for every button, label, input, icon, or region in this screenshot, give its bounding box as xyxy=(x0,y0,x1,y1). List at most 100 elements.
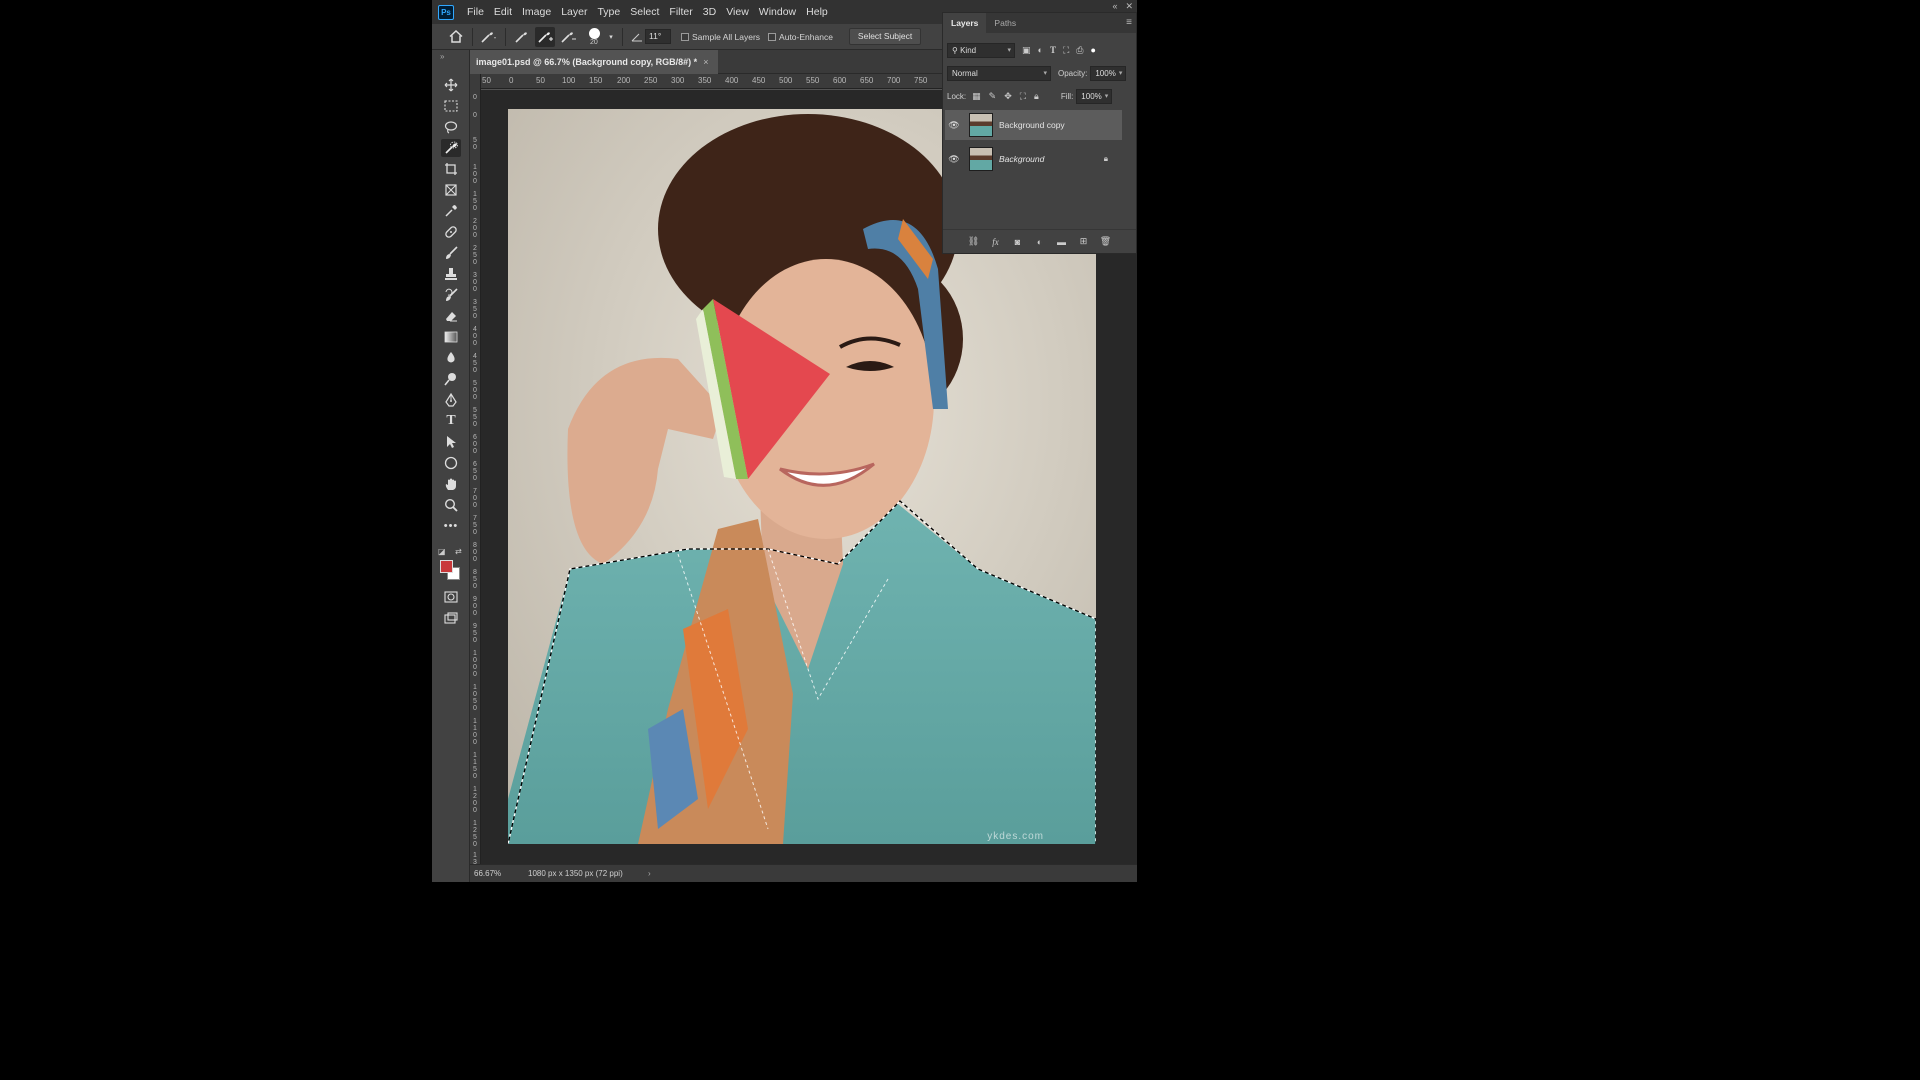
eyedropper-tool-icon[interactable] xyxy=(441,202,461,220)
subtract-from-selection-brush-icon[interactable] xyxy=(558,27,578,47)
menu-edit[interactable]: Edit xyxy=(489,0,517,24)
search-icon: ⚲ xyxy=(952,45,961,55)
ruler-tick: 9 5 0 xyxy=(473,623,477,644)
default-colors-icon[interactable]: ◪ xyxy=(438,547,446,556)
gradient-tool-icon[interactable] xyxy=(441,328,461,346)
menu-select[interactable]: Select xyxy=(625,0,664,24)
ruler-tick: 2 0 0 xyxy=(473,218,477,239)
move-tool-icon[interactable] xyxy=(441,76,461,94)
sample-all-layers-checkbox[interactable]: Sample All Layers xyxy=(681,32,760,42)
adjustment-layer-filter-icon[interactable]: ◐ xyxy=(1038,45,1043,55)
crop-tool-icon[interactable] xyxy=(441,160,461,178)
clone-stamp-tool-icon[interactable] xyxy=(441,265,461,283)
blur-tool-icon[interactable] xyxy=(441,349,461,367)
frame-tool-icon[interactable] xyxy=(441,181,461,199)
visibility-eye-icon[interactable]: 👁︎ xyxy=(945,120,963,131)
screen-mode-icon[interactable] xyxy=(441,609,461,627)
checkbox-icon xyxy=(681,32,689,41)
new-selection-brush-icon[interactable] xyxy=(512,27,532,47)
ruler-tick: 50 xyxy=(482,76,491,85)
menu-layer[interactable]: Layer xyxy=(556,0,592,24)
history-brush-tool-icon[interactable] xyxy=(441,286,461,304)
chevron-down-icon[interactable]: ▾ xyxy=(606,27,616,47)
menu-filter[interactable]: Filter xyxy=(664,0,697,24)
close-document-icon[interactable]: × xyxy=(703,57,708,67)
chevron-down-icon: ▾ xyxy=(1043,69,1047,77)
ruler-tick: 1 1 5 0 xyxy=(473,752,477,780)
menu-3d[interactable]: 3D xyxy=(698,0,721,24)
type-tool-icon[interactable]: T xyxy=(441,412,461,430)
home-icon[interactable] xyxy=(446,27,466,47)
new-layer-icon[interactable]: ⊞ xyxy=(1078,236,1090,247)
healing-brush-tool-icon[interactable] xyxy=(441,223,461,241)
zoom-tool-icon[interactable] xyxy=(441,496,461,514)
menu-file[interactable]: File xyxy=(462,0,489,24)
lock-all-icon[interactable]: 🔒︎ xyxy=(1034,91,1039,102)
tab-layers[interactable]: Layers xyxy=(943,13,987,33)
menu-window[interactable]: Window xyxy=(754,0,801,24)
path-selection-tool-icon[interactable] xyxy=(441,433,461,451)
swap-colors-icon[interactable]: ⇄ xyxy=(455,547,462,556)
opacity-input[interactable]: 100% ▾ xyxy=(1090,65,1127,81)
document-tab-bar: image01.psd @ 66.7% (Background copy, RG… xyxy=(470,50,942,74)
menu-type[interactable]: Type xyxy=(592,0,625,24)
link-layers-icon[interactable]: ⛓ xyxy=(968,236,980,247)
auto-enhance-checkbox[interactable]: Auto-Enhance xyxy=(768,32,833,42)
foreground-color-swatch[interactable] xyxy=(440,560,453,573)
fill-value: 100% xyxy=(1081,91,1102,101)
adjustment-layer-icon[interactable]: ◐ xyxy=(1034,237,1046,247)
quick-selection-tool-icon[interactable] xyxy=(441,139,461,157)
brush-size-picker[interactable]: 20 xyxy=(584,25,606,49)
add-mask-icon[interactable]: ◙ xyxy=(1012,237,1024,247)
tool-preset-picker-icon[interactable] xyxy=(479,27,499,47)
type-layer-filter-icon[interactable]: T xyxy=(1050,45,1056,55)
brush-tool-icon[interactable] xyxy=(441,244,461,262)
filter-toggle-icon[interactable]: ● xyxy=(1090,45,1095,55)
status-menu-icon[interactable]: › xyxy=(648,865,651,882)
ruler-tick: 1 2 5 0 xyxy=(473,820,477,848)
layer-row-background-copy[interactable]: 👁︎ Background copy xyxy=(945,110,1122,140)
shape-layer-filter-icon[interactable]: ⛶ xyxy=(1063,45,1069,56)
pen-tool-icon[interactable] xyxy=(441,391,461,409)
fill-input[interactable]: 100% ▾ xyxy=(1076,88,1113,104)
select-subject-button[interactable]: Select Subject xyxy=(848,28,922,45)
new-group-folder-icon[interactable]: ▬ xyxy=(1056,237,1068,247)
pixel-layer-filter-icon[interactable]: ▣ xyxy=(1022,45,1031,56)
tab-paths[interactable]: Paths xyxy=(986,13,1024,33)
layer-lock-icon[interactable]: 🔒︎ xyxy=(1104,154,1108,164)
layer-row-background[interactable]: 👁︎ Background 🔒︎ xyxy=(945,144,1122,174)
quick-mask-icon[interactable] xyxy=(441,588,461,606)
dodge-tool-icon[interactable] xyxy=(441,370,461,388)
lock-transparent-pixels-icon[interactable]: ▦ xyxy=(972,91,981,102)
delete-layer-trash-icon[interactable]: 🗑︎ xyxy=(1100,236,1112,247)
panel-menu-icon[interactable]: ≡ xyxy=(1126,17,1132,28)
vertical-ruler[interactable]: 0 0 5 0 1 0 0 1 5 0 2 0 0 2 5 0 3 0 0 3 … xyxy=(470,74,481,864)
lock-position-icon[interactable]: ✥ xyxy=(1004,91,1012,102)
menu-image[interactable]: Image xyxy=(517,0,556,24)
hand-tool-icon[interactable] xyxy=(441,475,461,493)
filter-kind-dropdown[interactable]: ⚲ Kind ▾ xyxy=(947,42,1015,58)
zoom-level-field[interactable]: 66.67% xyxy=(474,865,501,882)
ruler-tick: 3 5 0 xyxy=(473,299,477,320)
ruler-tick: 6 5 0 xyxy=(473,461,477,482)
lock-artboard-icon[interactable]: ⛶ xyxy=(1020,91,1026,102)
marquee-tool-icon[interactable] xyxy=(441,97,461,115)
horizontal-ruler[interactable]: 50 0 50 100 150 200 250 300 350 400 450 … xyxy=(480,74,942,89)
watermark-text: ykdes.com xyxy=(987,831,1044,842)
lasso-tool-icon[interactable] xyxy=(441,118,461,136)
eraser-tool-icon[interactable] xyxy=(441,307,461,325)
menu-view[interactable]: View xyxy=(721,0,754,24)
expand-toolbar-icon[interactable]: » xyxy=(440,52,444,61)
ellipse-tool-icon[interactable] xyxy=(441,454,461,472)
brush-angle-input[interactable]: 11° xyxy=(645,29,671,44)
lock-image-pixels-icon[interactable]: ✎ xyxy=(989,91,997,102)
more-tools-icon[interactable]: ••• xyxy=(441,517,461,535)
smart-object-filter-icon[interactable]: ⎙ xyxy=(1076,45,1083,56)
blend-mode-dropdown[interactable]: Normal ▾ xyxy=(947,65,1051,81)
add-to-selection-brush-icon[interactable] xyxy=(535,26,555,47)
menu-help[interactable]: Help xyxy=(801,0,833,24)
photoshop-logo-icon[interactable]: Ps xyxy=(438,4,454,20)
document-tab[interactable]: image01.psd @ 66.7% (Background copy, RG… xyxy=(470,50,719,74)
layer-style-fx-icon[interactable]: fx xyxy=(990,237,1002,247)
visibility-eye-icon[interactable]: 👁︎ xyxy=(945,154,963,165)
